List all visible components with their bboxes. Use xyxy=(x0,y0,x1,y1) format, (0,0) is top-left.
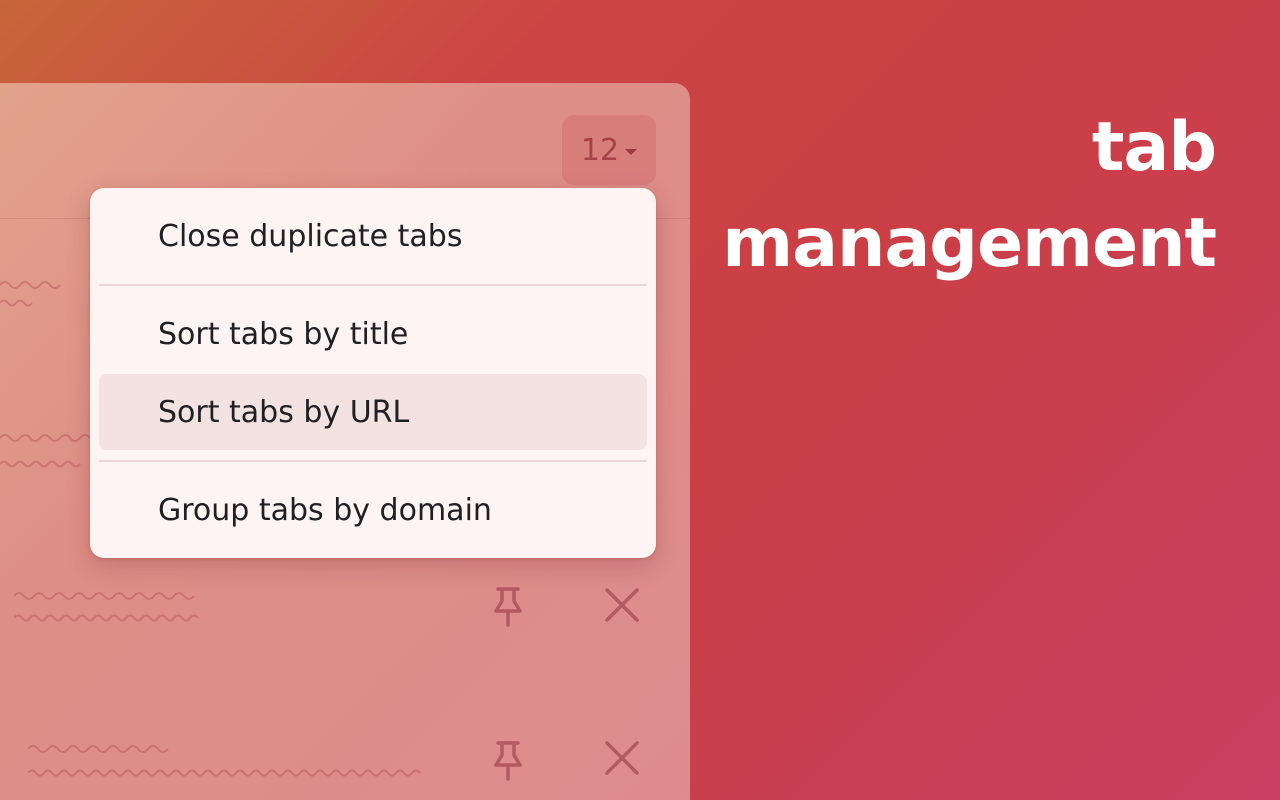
close-icon[interactable] xyxy=(604,587,640,623)
menu-item-sort-by-title[interactable]: Sort tabs by title xyxy=(99,296,647,372)
pin-icon[interactable] xyxy=(488,739,528,783)
menu-item-sort-by-url[interactable]: Sort tabs by URL xyxy=(99,374,647,450)
menu-item-label: Group tabs by domain xyxy=(158,492,492,528)
tab-row-title xyxy=(14,592,199,622)
menu-item-close-duplicates[interactable]: Close duplicate tabs xyxy=(99,198,647,274)
menu-item-label: Close duplicate tabs xyxy=(158,218,463,254)
pin-icon[interactable] xyxy=(488,585,528,629)
headline: tab management xyxy=(722,100,1217,292)
close-icon[interactable] xyxy=(604,740,640,776)
headline-line-2: management xyxy=(722,204,1217,283)
caret-down-icon xyxy=(625,149,638,155)
menu-separator xyxy=(99,284,647,286)
menu-separator xyxy=(99,460,647,462)
tab-actions-menu: Close duplicate tabs Sort tabs by title … xyxy=(90,188,656,558)
menu-item-group-by-domain[interactable]: Group tabs by domain xyxy=(99,472,647,548)
headline-line-1: tab xyxy=(1091,108,1217,187)
tab-row-title xyxy=(28,745,421,777)
menu-item-label: Sort tabs by title xyxy=(158,316,409,352)
menu-item-label: Sort tabs by URL xyxy=(158,394,410,430)
tab-row-placeholder xyxy=(0,281,61,307)
tab-count: 12 xyxy=(580,132,620,168)
tab-count-button[interactable]: 12 xyxy=(562,115,656,185)
